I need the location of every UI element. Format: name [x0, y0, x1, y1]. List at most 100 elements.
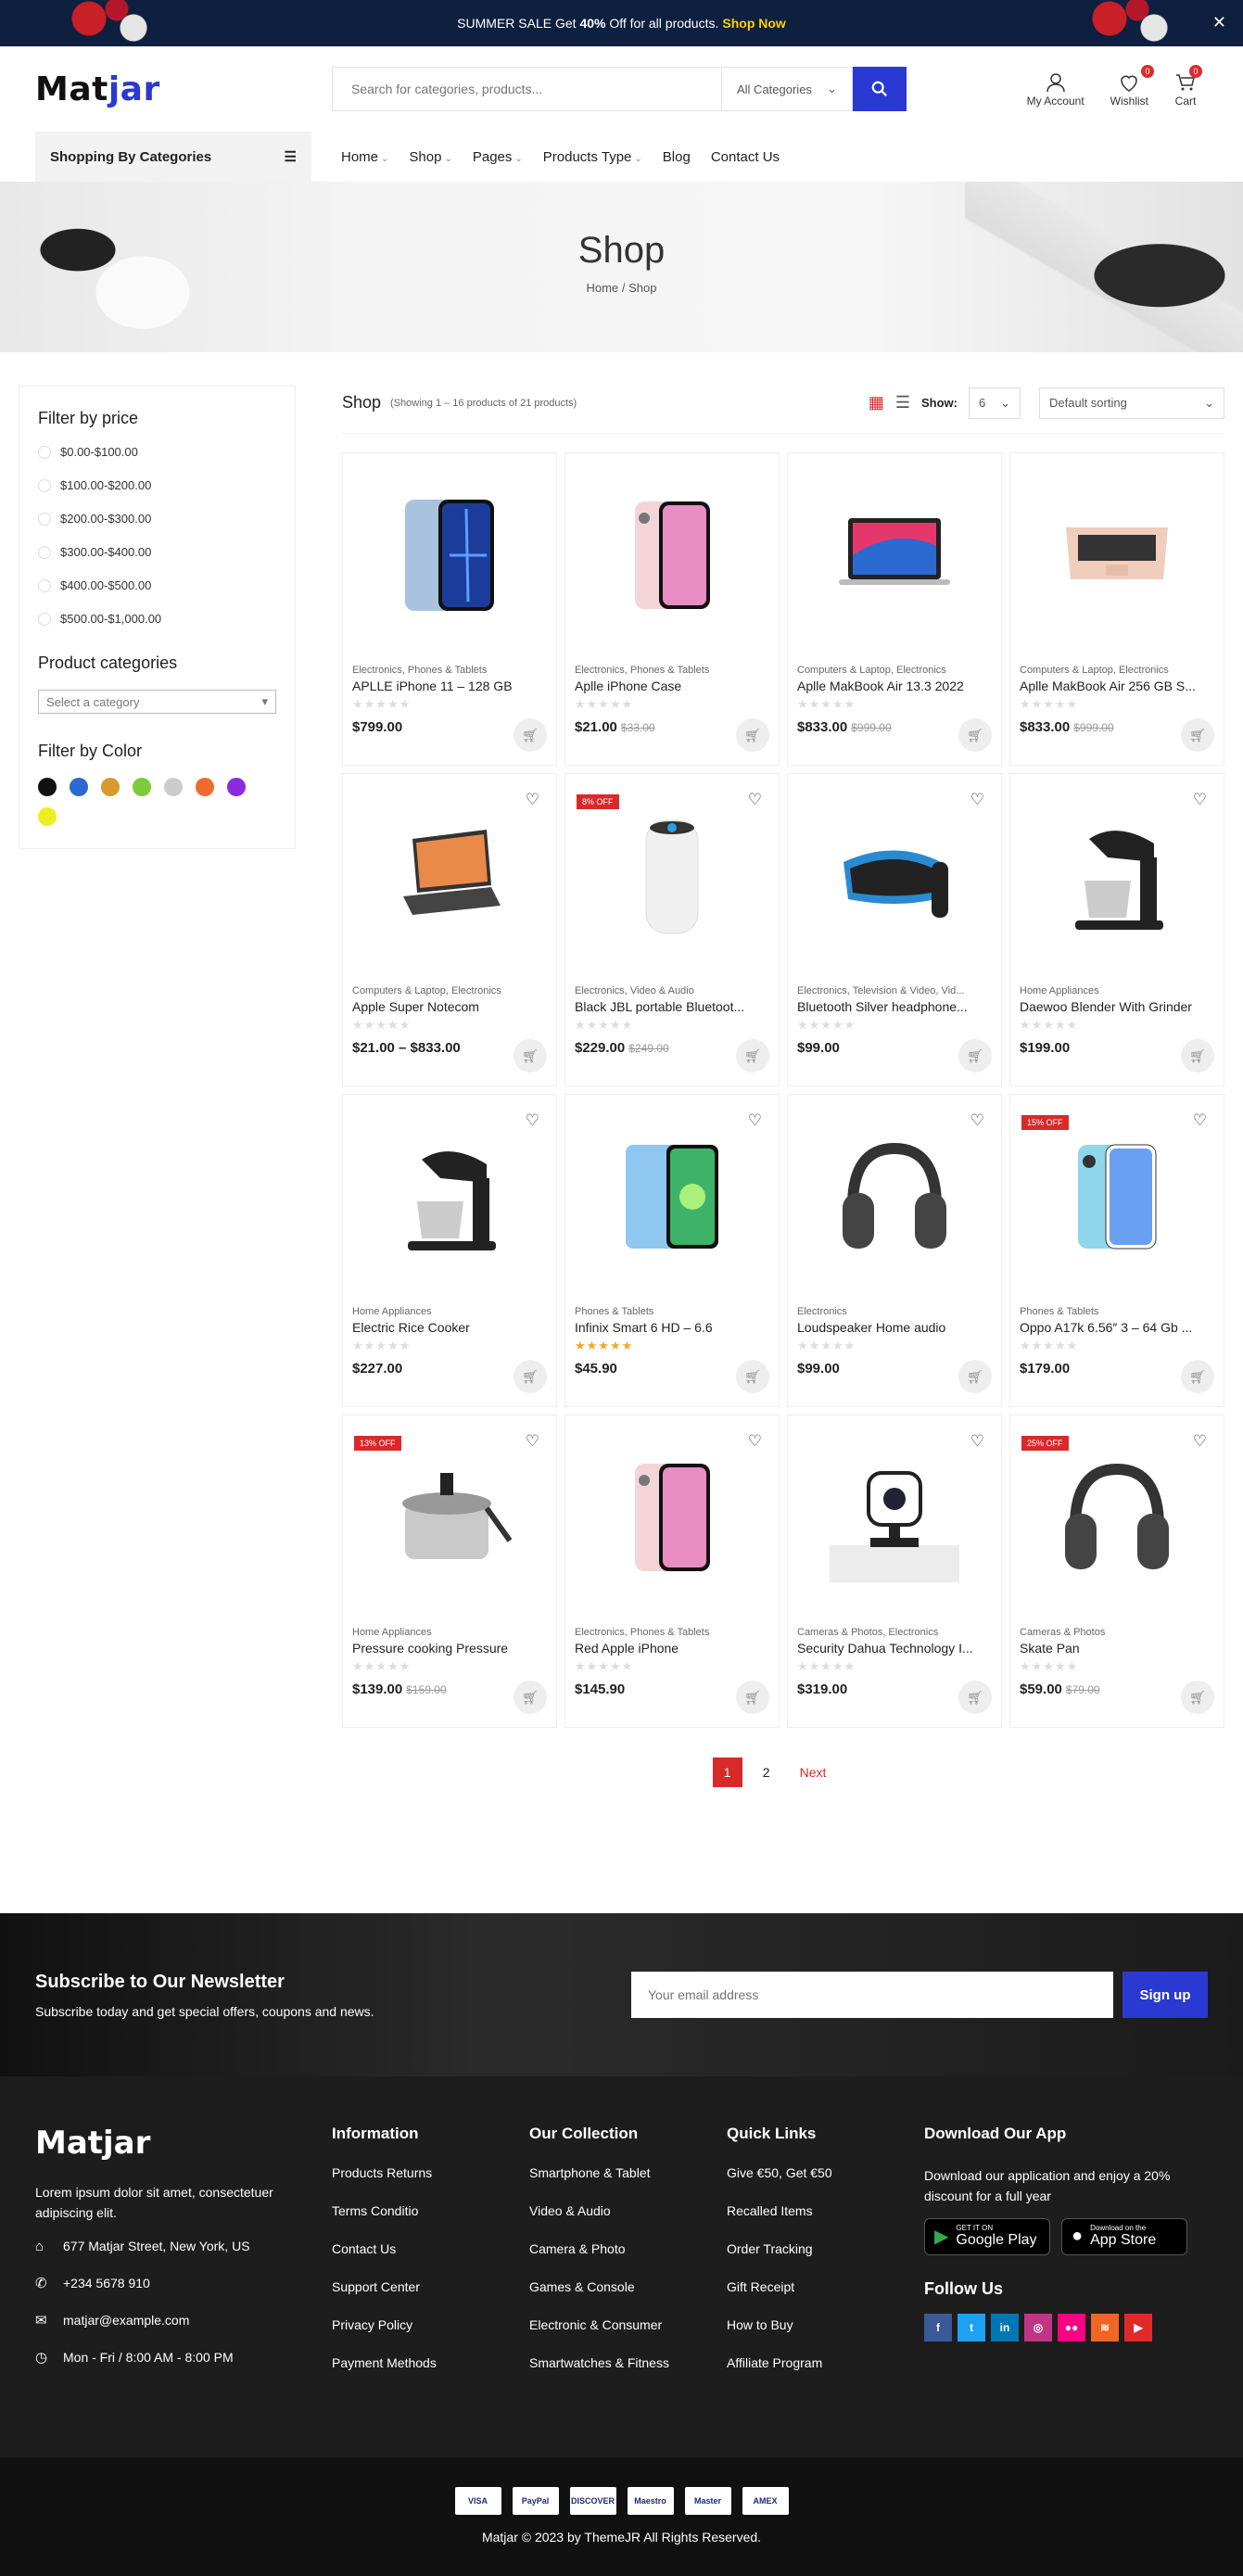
nav-item-contact-us[interactable]: Contact Us: [711, 149, 780, 165]
product-category[interactable]: Electronics, Television & Video, Vid...: [797, 985, 992, 996]
product-name[interactable]: Skate Pan: [1020, 1641, 1214, 1656]
youtube-icon[interactable]: ▶: [1124, 2313, 1152, 2341]
tablet-keyboard-icon[interactable]: [352, 783, 547, 969]
google-play-button[interactable]: ▶ GET IT ON Google Play: [924, 2217, 1050, 2255]
product-category[interactable]: Cameras & Photos, Electronics: [797, 1627, 992, 1638]
phone-blue-icon[interactable]: [352, 463, 547, 648]
product-card[interactable]: 8% OFF ♡ Electronics, Video & Audio Black J…: [564, 773, 780, 1086]
add-to-cart-button[interactable]: 🛒︎: [1181, 1360, 1214, 1393]
add-to-cart-button[interactable]: 🛒︎: [736, 1360, 769, 1393]
add-to-cart-button[interactable]: 🛒︎: [1181, 718, 1214, 752]
product-category[interactable]: Cameras & Photos: [1020, 1627, 1214, 1638]
price-filter-option[interactable]: $0.00-$100.00: [38, 445, 276, 459]
categories-menu-button[interactable]: Shopping By Categories ☰: [35, 132, 311, 182]
product-category[interactable]: Computers & Laptop, Electronics: [797, 665, 992, 676]
page-1[interactable]: 1: [712, 1758, 742, 1787]
phone-pink-icon[interactable]: [575, 463, 769, 648]
heart-icon[interactable]: ♡: [970, 1111, 984, 1130]
product-name[interactable]: Aplle MakBook Air 256 GB S...: [1020, 679, 1214, 693]
air-purifier-icon[interactable]: [575, 783, 769, 969]
footer-link[interactable]: Recalled Items: [727, 2203, 924, 2218]
add-to-cart-button[interactable]: 🛒︎: [514, 1681, 547, 1714]
product-category[interactable]: Computers & Laptop, Electronics: [352, 985, 547, 996]
price-filter-option[interactable]: $200.00-$300.00: [38, 512, 276, 526]
sort-select[interactable]: Default sorting ⌄: [1039, 387, 1224, 419]
product-card[interactable]: ♡ Home Appliances Daewoo Blender With Grin…: [1009, 773, 1224, 1086]
heart-icon[interactable]: ♡: [1193, 1111, 1207, 1130]
grid-view-icon[interactable]: ▦: [869, 393, 884, 412]
footer-link[interactable]: Give €50, Get €50: [727, 2165, 924, 2180]
add-to-cart-button[interactable]: 🛒︎: [736, 1681, 769, 1714]
laptop-gold-icon[interactable]: [1020, 463, 1214, 648]
app-store-button[interactable]: ● Download on the App Store: [1061, 2217, 1187, 2255]
product-name[interactable]: Daewoo Blender With Grinder: [1020, 999, 1214, 1014]
product-category[interactable]: Electronics, Video & Audio: [575, 985, 769, 996]
product-category[interactable]: Home Appliances: [352, 1306, 547, 1317]
product-name[interactable]: Pressure cooking Pressure: [352, 1641, 547, 1656]
product-name[interactable]: Aplle MakBook Air 13.3 2022: [797, 679, 992, 693]
footer-link[interactable]: Video & Audio: [529, 2203, 727, 2218]
category-select[interactable]: Select a category ▾: [38, 690, 276, 714]
phone-pink-icon[interactable]: [575, 1425, 769, 1610]
radio-button[interactable]: [38, 512, 51, 526]
footer-link[interactable]: Smartwatches & Fitness: [529, 2355, 727, 2370]
radio-button[interactable]: [38, 612, 51, 626]
add-to-cart-button[interactable]: 🛒︎: [736, 718, 769, 752]
product-name[interactable]: Loudspeaker Home audio: [797, 1320, 992, 1335]
add-to-cart-button[interactable]: 🛒︎: [958, 718, 992, 752]
product-category[interactable]: Phones & Tablets: [575, 1306, 769, 1317]
color-swatch[interactable]: [38, 807, 57, 826]
radio-button[interactable]: [38, 478, 51, 492]
stand-mixer-icon[interactable]: [1020, 783, 1214, 969]
color-swatch[interactable]: [70, 778, 88, 796]
signup-button[interactable]: Sign up: [1123, 1972, 1208, 2018]
next-page-link[interactable]: Next: [800, 1765, 827, 1780]
flickr-icon[interactable]: ●●: [1058, 2313, 1085, 2341]
product-card[interactable]: ♡ Phones & Tablets Infinix Smart 6 HD – 6.…: [564, 1094, 780, 1407]
product-card[interactable]: ♡ Home Appliances Electric Rice Cooker ★★★★…: [342, 1094, 557, 1407]
per-page-select[interactable]: 6 ⌄: [969, 387, 1021, 419]
color-swatch[interactable]: [227, 778, 246, 796]
add-to-cart-button[interactable]: 🛒︎: [958, 1681, 992, 1714]
add-to-cart-button[interactable]: 🛒︎: [736, 1039, 769, 1072]
breadcrumb-home[interactable]: Home: [587, 281, 619, 295]
footer-link[interactable]: Contact Us: [332, 2241, 529, 2256]
product-card[interactable]: 15% OFF ♡ Phones & Tablets Oppo A17k 6.56″ …: [1009, 1094, 1224, 1407]
vr-headset-icon[interactable]: [797, 783, 992, 969]
add-to-cart-button[interactable]: 🛒︎: [514, 1360, 547, 1393]
product-card[interactable]: ♡ Electronics, Television & Video, Vid...…: [787, 773, 1002, 1086]
webcam-icon[interactable]: [797, 1425, 992, 1610]
color-swatch[interactable]: [133, 778, 151, 796]
phone-oppo-icon[interactable]: [1020, 1104, 1214, 1289]
color-swatch[interactable]: [38, 778, 57, 796]
nav-item-shop[interactable]: Shop ⌄: [409, 149, 451, 165]
footer-link[interactable]: Terms Conditio: [332, 2203, 529, 2218]
footer-link[interactable]: Affiliate Program: [727, 2355, 924, 2370]
stand-mixer-icon[interactable]: [352, 1104, 547, 1289]
color-swatch[interactable]: [101, 778, 120, 796]
footer-link[interactable]: Products Returns: [332, 2165, 529, 2180]
product-card[interactable]: ♡ Electronics Loudspeaker Home audio ★★★★★ $…: [787, 1094, 1002, 1407]
product-category[interactable]: Electronics, Phones & Tablets: [575, 1627, 769, 1638]
heart-icon[interactable]: ♡: [1193, 1432, 1207, 1451]
cart-button[interactable]: 0 Cart: [1174, 65, 1202, 108]
heart-icon[interactable]: ♡: [1193, 791, 1207, 809]
pressure-cooker-icon[interactable]: [352, 1425, 547, 1610]
add-to-cart-button[interactable]: 🛒︎: [958, 1039, 992, 1072]
list-view-icon[interactable]: ☰: [895, 393, 910, 412]
close-icon[interactable]: ✕: [1212, 13, 1226, 32]
my-account-button[interactable]: My Account: [1027, 70, 1084, 108]
footer-email[interactable]: ✉ matjar@example.com: [35, 2312, 332, 2329]
color-swatch[interactable]: [196, 778, 214, 796]
product-name[interactable]: Electric Rice Cooker: [352, 1320, 547, 1335]
product-name[interactable]: Oppo A17k 6.56″ 3 – 64 Gb ...: [1020, 1320, 1214, 1335]
add-to-cart-button[interactable]: 🛒︎: [514, 1039, 547, 1072]
footer-link[interactable]: Privacy Policy: [332, 2317, 529, 2332]
nav-item-blog[interactable]: Blog: [663, 149, 691, 165]
heart-icon[interactable]: ♡: [748, 1432, 762, 1451]
product-category[interactable]: Computers & Laptop, Electronics: [1020, 665, 1214, 676]
product-card[interactable]: Computers & Laptop, Electronics Aplle Mak…: [787, 452, 1002, 766]
price-filter-option[interactable]: $300.00-$400.00: [38, 545, 276, 559]
color-swatch[interactable]: [164, 778, 183, 796]
radio-button[interactable]: [38, 445, 51, 459]
